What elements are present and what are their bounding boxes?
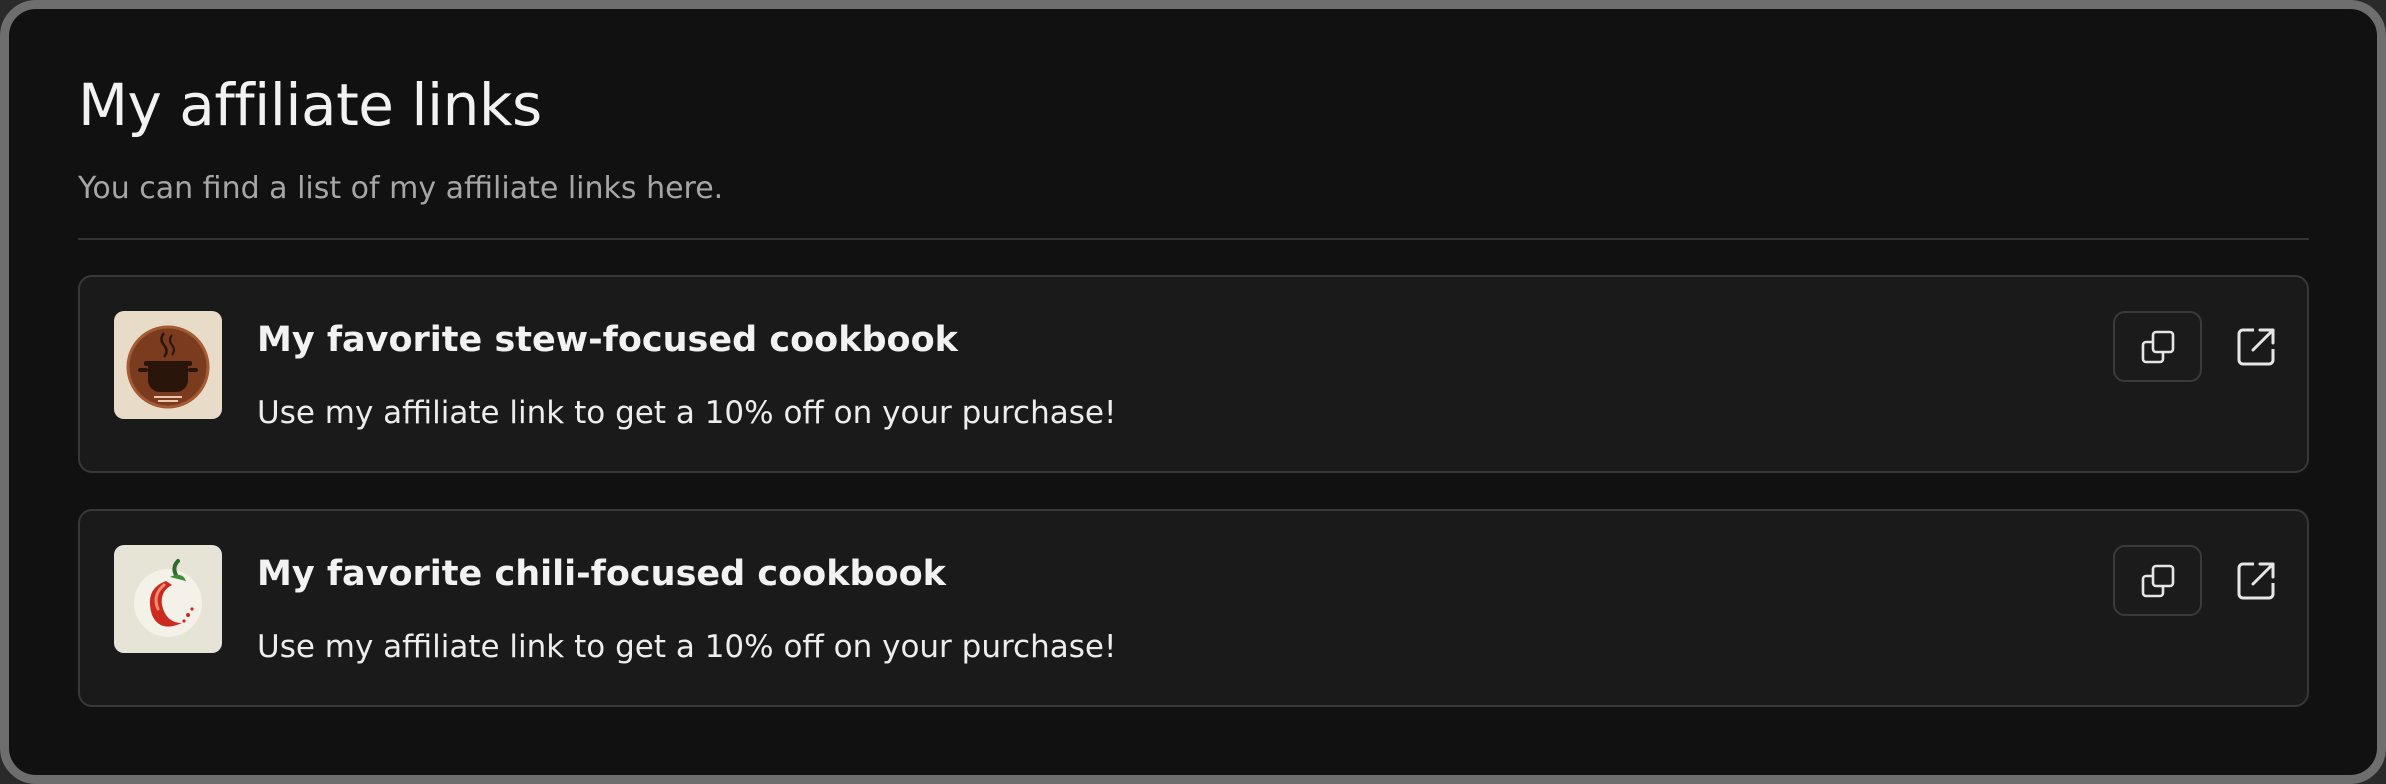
link-description: Use my affiliate link to get a 10% off o… [257,629,1117,665]
link-title: My favorite chili-focused cookbook [257,554,946,594]
external-link-icon [2237,562,2275,600]
copy-link-button[interactable] [2113,311,2202,382]
copy-icon [2141,564,2174,597]
affiliate-links-panel: My affiliate links You can find a list o… [0,0,2386,784]
page-subtitle: You can find a list of my affiliate link… [78,171,724,206]
open-link-button[interactable] [2224,315,2288,379]
stew-pot-icon [114,311,222,419]
link-title: My favorite stew-focused cookbook [257,320,958,360]
copy-link-button[interactable] [2113,545,2202,616]
link-description: Use my affiliate link to get a 10% off o… [257,395,1117,431]
copy-icon [2141,330,2174,363]
external-link-icon [2237,328,2275,366]
affiliate-link-card: My favorite stew-focused cookbook Use my… [78,275,2309,473]
header-divider [78,238,2309,240]
chili-pepper-icon [114,545,222,653]
page-title: My affiliate links [78,71,542,139]
open-link-button[interactable] [2224,549,2288,613]
affiliate-link-card: My favorite chili-focused cookbook Use m… [78,509,2309,707]
